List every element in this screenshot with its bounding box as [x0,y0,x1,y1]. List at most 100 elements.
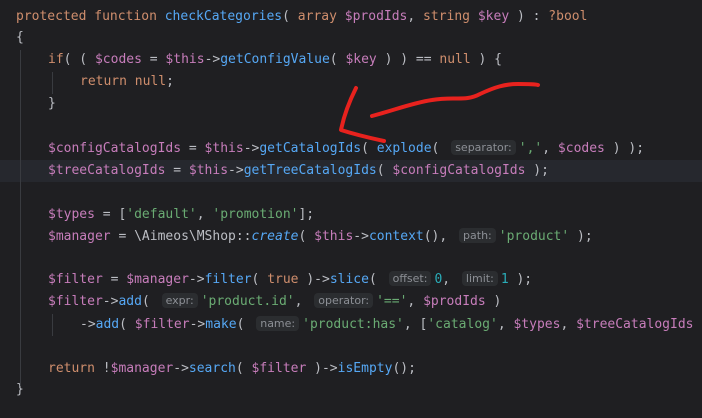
code-token: ( ( [63,52,95,67]
code-line-12[interactable] [0,248,702,270]
code-line-5[interactable]: } [0,93,702,115]
code-line-7[interactable]: $configCatalogIds = $this->getCatalogIds… [0,138,702,160]
code-token: )-> [306,361,338,376]
code-token: '==' [376,294,408,309]
code-token: $manager [126,272,189,287]
code-token: function [94,9,165,24]
code-token: , [407,294,424,309]
code-token: , [196,207,213,222]
code-token: (), [423,229,456,244]
code-token: add [95,317,120,332]
code-line-1[interactable]: protected function checkCategories( arra… [0,6,702,28]
indent-guide [52,314,53,336]
code-token: slice [329,272,369,287]
code-token: )-> [298,272,330,287]
code-token: -> [353,229,369,244]
code-line-9[interactable] [0,182,702,204]
code-text: ->add( $filter->make( name:'product:has'… [80,314,694,336]
code-token: -> [188,272,205,287]
code-token: ( [119,317,135,332]
parameter-hint: limit: [461,271,498,286]
code-token: $this [204,141,244,156]
code-token: if [48,52,64,67]
code-text: $filter->add( expr:'product.id', operato… [48,291,501,313]
code-token: -> [102,294,119,309]
code-token: (); [392,361,416,376]
code-token: $filter [251,361,307,376]
code-token: , [497,317,514,332]
code-token: -> [243,141,260,156]
code-token: $treeCatalogIds [48,163,166,178]
code-token: $this [188,163,229,178]
parameter-hint: separator: [451,140,516,155]
code-token: -> [173,361,189,376]
code-token: $configCatalogIds [392,163,526,178]
code-text: protected function checkCategories( arra… [16,6,587,28]
code-token: 'product' [498,229,570,244]
code-token: ( [376,163,393,178]
code-token: create [251,229,299,244]
code-token: getTreeCatalogIds [243,163,377,178]
code-token: -> [80,317,96,332]
code-token: $manager [110,361,174,376]
code-token: ( [282,9,298,24]
code-token: ( [235,361,252,376]
code-token: ); [508,272,533,287]
code-line-14[interactable]: $filter->add( expr:'product.id', operato… [0,291,702,313]
code-token: ); [525,163,549,178]
code-text: if( ( $codes = $this->getConfigValue( $k… [48,49,502,71]
code-token: $filter [48,272,103,287]
code-token: context [368,229,424,244]
code-line-15[interactable]: ->add( $filter->make( name:'product:has'… [0,314,702,336]
code-token: getCatalogIds [259,141,362,156]
code-text: return !$manager->search( $filter )->isE… [48,358,416,380]
code-text: $types = ['default', 'promotion']; [48,204,314,226]
code-token: search [188,361,236,376]
code-token: $configCatalogIds [48,141,182,156]
code-token: checkCategories [164,9,283,24]
code-token: 'product:has' [302,317,404,332]
code-line-11[interactable]: $manager = \Aimeos\MShop::create( $this-… [0,226,702,248]
code-token: ; [166,74,174,89]
code-line-3[interactable]: if( ( $codes = $this->getConfigValue( $k… [0,49,702,71]
code-line-17[interactable]: return !$manager->search( $filter )->isE… [0,358,702,380]
code-text: return null; [80,71,174,93]
code-text: } [48,93,56,115]
code-token: explode [376,141,432,156]
code-editor[interactable]: protected function checkCategories( arra… [0,0,702,418]
code-token: protected [16,9,95,24]
code-line-18[interactable]: } [0,379,702,401]
code-token: ( [141,294,158,309]
code-token: ) ); [604,141,645,156]
code-token: ( [368,272,385,287]
code-token: , [294,294,311,309]
code-token: , [407,9,424,24]
code-line-2[interactable]: { [0,27,702,49]
code-token: 'catalog' [427,317,498,332]
code-token: $filter [134,317,190,332]
code-token: , [542,141,558,156]
code-token: -> [204,52,221,67]
code-token: , [442,272,458,287]
code-token: ) { [470,52,503,67]
code-line-13[interactable]: $filter = $manager->filter( true )->slic… [0,269,702,291]
code-token: ',' [518,141,543,156]
code-token: 'default' [126,207,197,222]
code-token: getConfigValue [220,52,330,67]
code-token: = [102,272,127,287]
code-text: $filter = $manager->filter( true )->slic… [48,269,532,291]
code-line-8-current[interactable]: $treeCatalogIds = $this->getTreeCatalogI… [0,160,702,182]
code-token: null [439,52,471,67]
code-token: $filter [48,294,103,309]
code-line-4[interactable]: return null; [0,71,702,93]
code-line-16[interactable] [0,336,702,358]
code-line-10[interactable]: $types = ['default', 'promotion']; [0,204,702,226]
code-token: $this [314,229,354,244]
code-line-6[interactable] [0,115,702,137]
code-token: $types [513,317,561,332]
code-token: , [ [403,317,428,332]
indent-guide [52,72,53,94]
parameter-hint: offset: [388,271,432,286]
code-token: ) : [509,9,549,24]
code-token: = \Aimeos\MShop:: [110,229,252,244]
